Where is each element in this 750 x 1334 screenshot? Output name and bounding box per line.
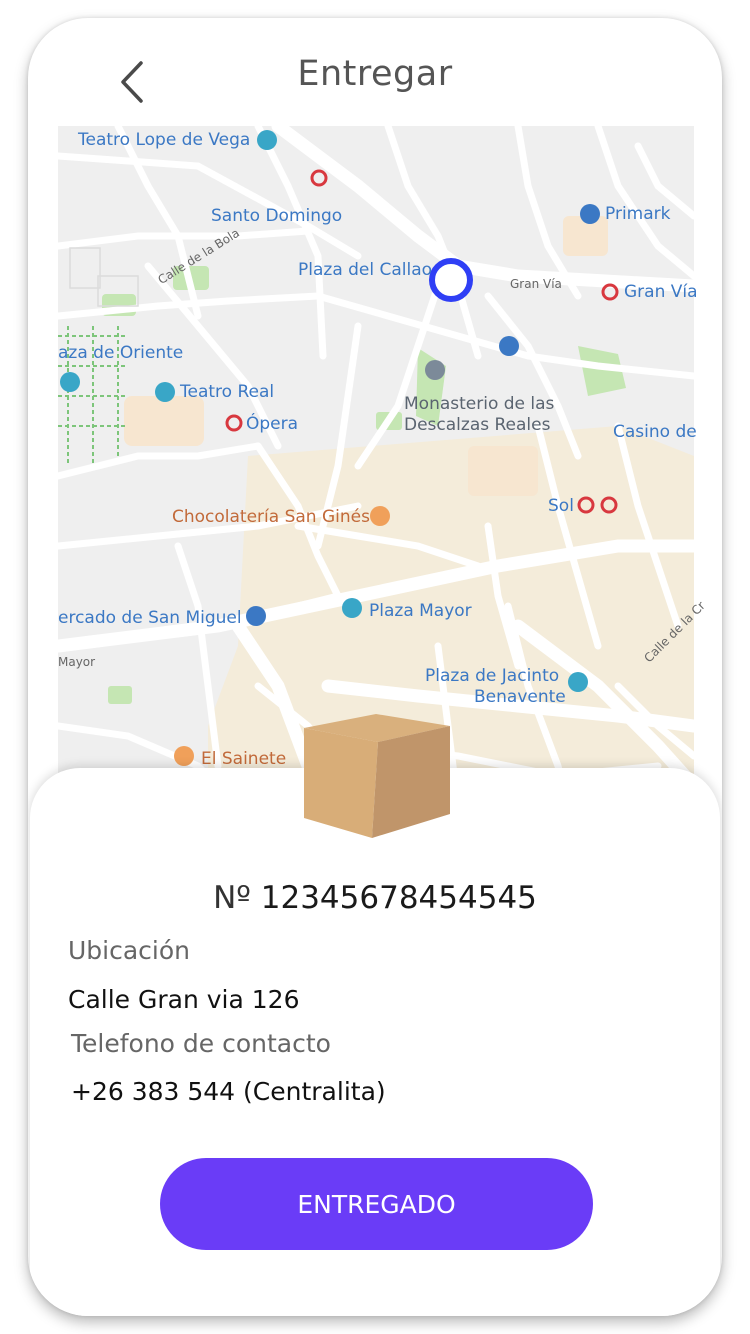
order-number-value: 12345678454545 — [260, 880, 537, 916]
map-label: Casino de — [613, 422, 697, 442]
map-label: Chocolatería San Ginés — [172, 507, 370, 527]
map-label: El Sainete — [201, 749, 287, 769]
map-label: Plaza de Jacinto — [425, 666, 560, 686]
map-label: Teatro Real — [180, 382, 275, 402]
map-label: Primark — [605, 204, 671, 224]
phone-value: +26 383 544 (Centralita) — [71, 1077, 386, 1106]
map-label: Gran Vía — [624, 282, 698, 302]
map-label: Ópera — [246, 414, 299, 434]
map-label: Teatro Lope de Vega — [78, 130, 251, 150]
map-label: ercado de San Miguel — [58, 608, 242, 628]
phone-label: Telefono de contacto — [71, 1029, 331, 1058]
map-label: Monasterio de las — [404, 394, 555, 414]
delivered-button[interactable]: ENTREGADO — [160, 1158, 593, 1250]
page-title: Entregar — [297, 54, 453, 94]
location-value: Calle Gran via 126 — [68, 985, 300, 1014]
map-label: Benavente — [474, 687, 566, 707]
map-label: Gran Vía — [510, 277, 562, 291]
map-label: Descalzas Reales — [404, 415, 551, 435]
package-icon — [304, 714, 450, 838]
location-label: Ubicación — [68, 936, 191, 965]
map-label: Plaza del Callao — [298, 260, 433, 280]
map-label: aza de Oriente — [58, 343, 184, 363]
map-label: Santo Domingo — [211, 206, 343, 226]
order-number-prefix: Nº — [213, 880, 251, 916]
map-label: Plaza Mayor — [369, 601, 472, 621]
header: Entregar — [28, 18, 722, 128]
order-number: Nº 12345678454545 — [28, 880, 722, 916]
map-label: Mayor — [58, 655, 96, 669]
phone-screen: Entregar Teatro Lope de Vega Santo Domin… — [28, 18, 722, 1316]
map-label: Sol — [548, 496, 574, 516]
